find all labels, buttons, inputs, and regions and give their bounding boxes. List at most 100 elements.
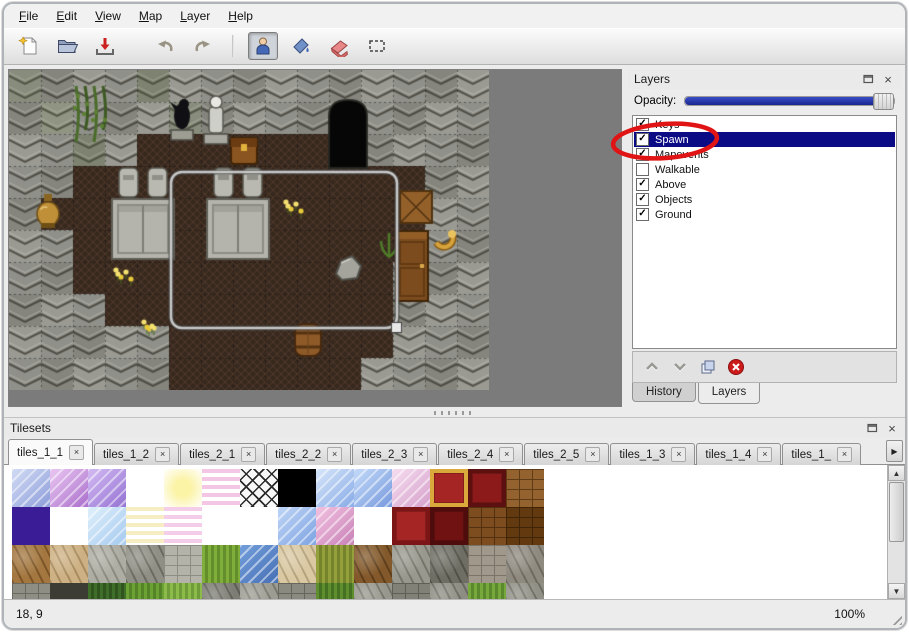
palette-tile[interactable]: [164, 545, 202, 583]
tileset-tab-tiles_1_2[interactable]: tiles_1_2×: [94, 443, 179, 465]
palette-tile[interactable]: [392, 507, 430, 545]
palette-tile[interactable]: [392, 469, 430, 507]
layer-row-ground[interactable]: ✓Ground: [634, 207, 895, 222]
palette-tile[interactable]: [468, 545, 506, 583]
tileset-palette[interactable]: ▲ ▼: [4, 465, 905, 599]
palette-tile[interactable]: [240, 469, 278, 507]
tileset-tab-tiles_2_2[interactable]: tiles_2_2×: [266, 443, 351, 465]
fill-tool-button[interactable]: [286, 32, 316, 60]
scroll-down-icon[interactable]: ▼: [888, 583, 905, 599]
tab-close-icon[interactable]: ×: [757, 447, 772, 462]
palette-tile[interactable]: [506, 545, 544, 583]
scrollbar-track[interactable]: [888, 481, 905, 583]
palette-tile[interactable]: [430, 469, 468, 507]
tab-close-icon[interactable]: ×: [499, 447, 514, 462]
delete-layer-icon[interactable]: [727, 358, 745, 376]
palette-tile[interactable]: [278, 545, 316, 583]
redo-button[interactable]: [188, 32, 218, 60]
tileset-tab-tiles_2_3[interactable]: tiles_2_3×: [352, 443, 437, 465]
palette-tile[interactable]: [240, 583, 278, 599]
float-tilesets-icon[interactable]: [865, 421, 879, 435]
map-canvas[interactable]: [9, 70, 489, 390]
tab-scroll-right-button[interactable]: ▶: [886, 440, 903, 462]
layer-row-objects[interactable]: ✓Objects: [634, 192, 895, 207]
palette-tiles[interactable]: [4, 465, 887, 599]
palette-tile[interactable]: [88, 469, 126, 507]
palette-tile[interactable]: [430, 545, 468, 583]
menu-view[interactable]: View: [86, 6, 130, 26]
tileset-tab-tiles_1_[interactable]: tiles_1_×: [782, 443, 861, 465]
map-canvas-area[interactable]: [8, 69, 622, 407]
palette-tile[interactable]: [316, 469, 354, 507]
tab-close-icon[interactable]: ×: [671, 447, 686, 462]
palette-tile[interactable]: [316, 583, 354, 599]
palette-tile[interactable]: [164, 469, 202, 507]
tileset-tab-tiles_1_1[interactable]: tiles_1_1×: [8, 439, 93, 465]
palette-tile[interactable]: [278, 507, 316, 545]
menu-file[interactable]: File: [10, 6, 47, 26]
palette-tile[interactable]: [12, 583, 50, 599]
palette-tile[interactable]: [164, 507, 202, 545]
layer-checkbox[interactable]: ✓: [636, 118, 649, 131]
horizontal-splitter[interactable]: [4, 409, 905, 417]
tileset-tab-tiles_2_5[interactable]: tiles_2_5×: [524, 443, 609, 465]
palette-tile[interactable]: [430, 507, 468, 545]
palette-tile[interactable]: [50, 469, 88, 507]
palette-tile[interactable]: [164, 583, 202, 599]
undo-button[interactable]: [150, 32, 180, 60]
layer-checkbox[interactable]: ✓: [636, 148, 649, 161]
palette-tile[interactable]: [468, 469, 506, 507]
palette-tile[interactable]: [202, 583, 240, 599]
lower-layer-icon[interactable]: [671, 358, 689, 376]
tab-close-icon[interactable]: ×: [413, 447, 428, 462]
stamp-tool-button[interactable]: [248, 32, 278, 60]
palette-tile[interactable]: [506, 507, 544, 545]
palette-tile[interactable]: [278, 583, 316, 599]
tab-close-icon[interactable]: ×: [327, 447, 342, 462]
menu-edit[interactable]: Edit: [47, 6, 86, 26]
palette-tile[interactable]: [316, 545, 354, 583]
tileset-tab-tiles_2_1[interactable]: tiles_2_1×: [180, 443, 265, 465]
layer-row-walkable[interactable]: Walkable: [634, 162, 895, 177]
layer-checkbox[interactable]: [636, 163, 649, 176]
palette-tile[interactable]: [50, 583, 88, 599]
palette-tile[interactable]: [506, 469, 544, 507]
palette-tile[interactable]: [468, 507, 506, 545]
tab-close-icon[interactable]: ×: [69, 445, 84, 460]
palette-tile[interactable]: [240, 507, 278, 545]
duplicate-layer-icon[interactable]: [699, 358, 717, 376]
menu-help[interactable]: Help: [219, 6, 262, 26]
palette-tile[interactable]: [354, 583, 392, 599]
palette-tile[interactable]: [12, 545, 50, 583]
menu-map[interactable]: Map: [130, 6, 171, 26]
palette-tile[interactable]: [126, 545, 164, 583]
select-tool-button[interactable]: [362, 32, 392, 60]
palette-tile[interactable]: [202, 469, 240, 507]
save-button[interactable]: [90, 32, 120, 60]
palette-tile[interactable]: [50, 507, 88, 545]
palette-tile[interactable]: [392, 545, 430, 583]
close-tilesets-icon[interactable]: ×: [885, 421, 899, 435]
tab-close-icon[interactable]: ×: [241, 447, 256, 462]
palette-tile[interactable]: [202, 545, 240, 583]
palette-tile[interactable]: [240, 545, 278, 583]
panel-tab-layers[interactable]: Layers: [698, 383, 761, 404]
tab-close-icon[interactable]: ×: [585, 447, 600, 462]
palette-tile[interactable]: [354, 507, 392, 545]
palette-tile[interactable]: [278, 469, 316, 507]
layer-row-above[interactable]: ✓Above: [634, 177, 895, 192]
raise-layer-icon[interactable]: [643, 358, 661, 376]
palette-tile[interactable]: [202, 507, 240, 545]
resize-grip[interactable]: [889, 612, 902, 625]
palette-tile[interactable]: [392, 583, 430, 599]
palette-tile[interactable]: [88, 545, 126, 583]
opacity-slider[interactable]: [684, 96, 895, 106]
palette-tile[interactable]: [354, 545, 392, 583]
palette-tile[interactable]: [126, 583, 164, 599]
palette-tile[interactable]: [506, 583, 544, 599]
palette-tile[interactable]: [88, 507, 126, 545]
palette-tile[interactable]: [126, 469, 164, 507]
layer-checkbox[interactable]: ✓: [636, 208, 649, 221]
palette-tile[interactable]: [88, 583, 126, 599]
float-panel-icon[interactable]: [861, 72, 875, 86]
